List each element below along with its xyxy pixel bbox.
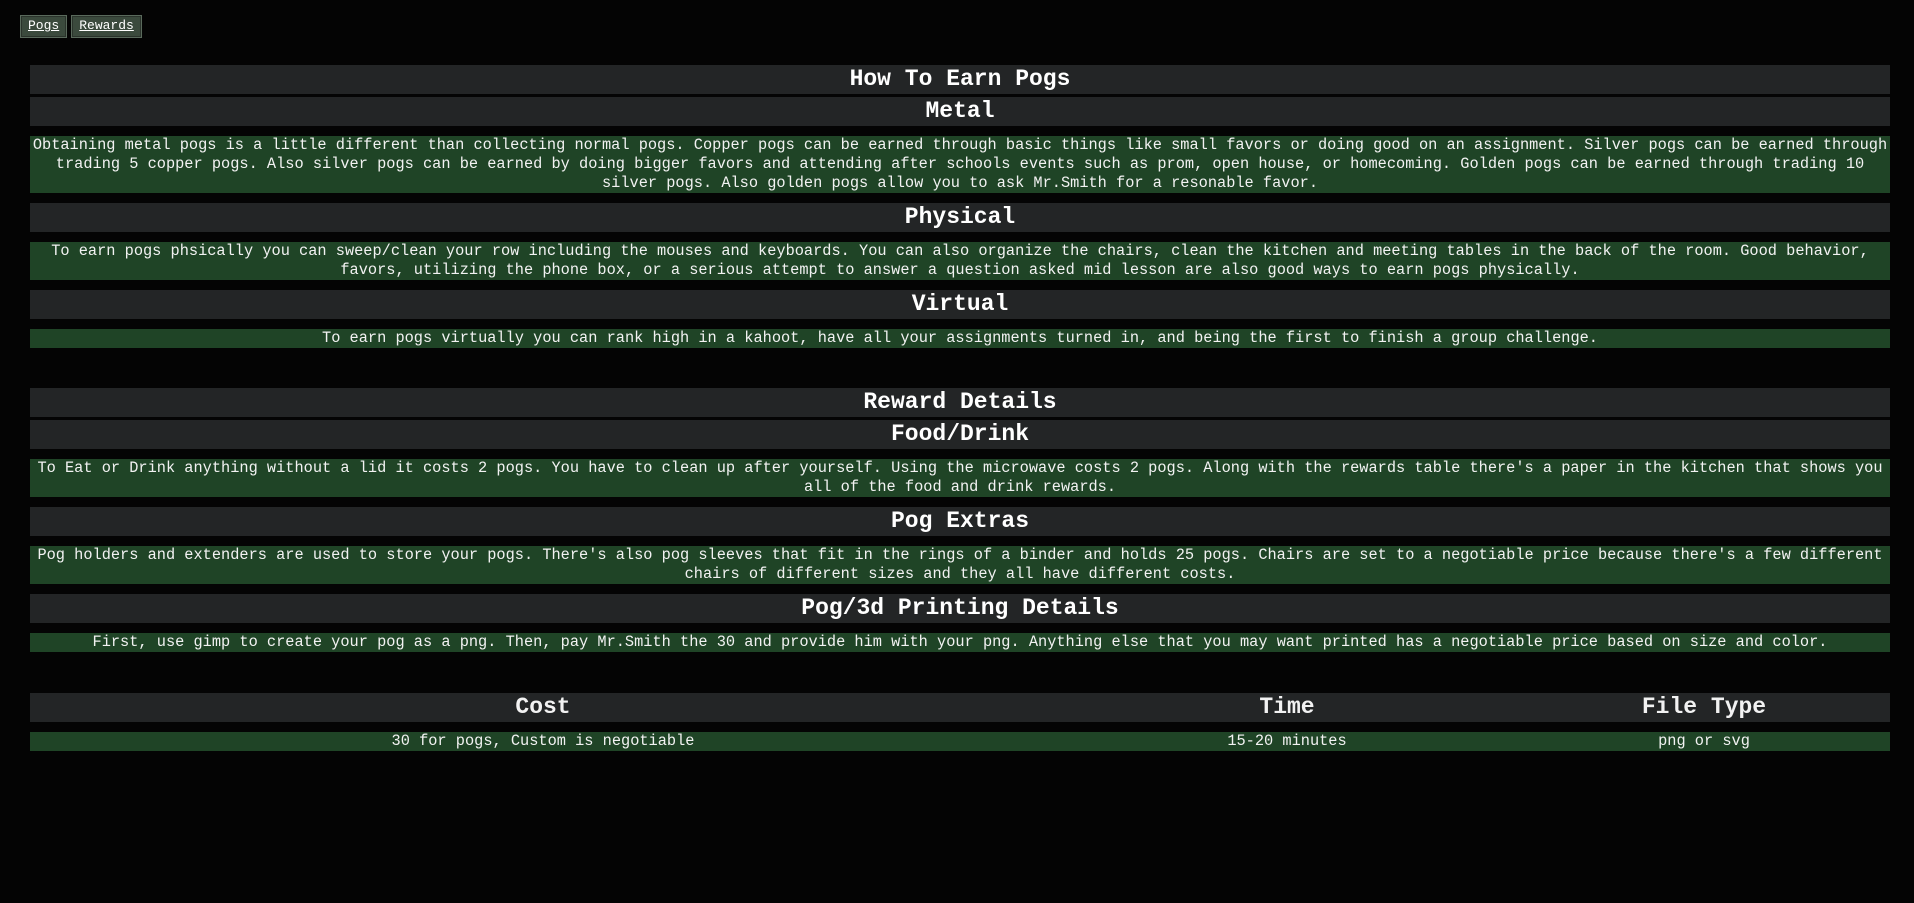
main-content: How To Earn Pogs Metal Obtaining metal p… bbox=[30, 65, 1890, 751]
nav-pogs-button[interactable]: Pogs bbox=[20, 15, 68, 38]
rewards-title: Reward Details bbox=[30, 388, 1890, 417]
pog-extras-heading: Pog Extras bbox=[30, 507, 1890, 536]
header-time: Time bbox=[1259, 694, 1315, 720]
virtual-heading: Virtual bbox=[30, 290, 1890, 319]
food-drink-heading: Food/Drink bbox=[30, 420, 1890, 449]
physical-heading: Physical bbox=[30, 203, 1890, 232]
table-row: 30 for pogs, Custom is negotiable 15-20 … bbox=[30, 732, 1890, 751]
printing-heading: Pog/3d Printing Details bbox=[30, 594, 1890, 623]
nav-rewards-button[interactable]: Rewards bbox=[71, 15, 142, 38]
cell-cost: 30 for pogs, Custom is negotiable bbox=[391, 732, 695, 750]
metal-text: Obtaining metal pogs is a little differe… bbox=[30, 136, 1890, 193]
physical-text: To earn pogs phsically you can sweep/cle… bbox=[30, 242, 1890, 280]
header-file-type: File Type bbox=[1641, 694, 1767, 720]
cell-time: 15-20 minutes bbox=[1227, 732, 1347, 750]
cell-file-type: png or svg bbox=[1658, 732, 1750, 750]
earn-title: How To Earn Pogs bbox=[30, 65, 1890, 94]
food-drink-text: To Eat or Drink anything without a lid i… bbox=[30, 459, 1890, 497]
pog-extras-text: Pog holders and extenders are used to st… bbox=[30, 546, 1890, 584]
printing-table-header: Cost Time File Type bbox=[30, 693, 1890, 722]
top-nav: Pogs Rewards bbox=[20, 15, 142, 38]
virtual-text: To earn pogs virtually you can rank high… bbox=[30, 329, 1890, 348]
header-cost: Cost bbox=[515, 694, 571, 720]
printing-text: First, use gimp to create your pog as a … bbox=[30, 633, 1890, 652]
metal-heading: Metal bbox=[30, 97, 1890, 126]
